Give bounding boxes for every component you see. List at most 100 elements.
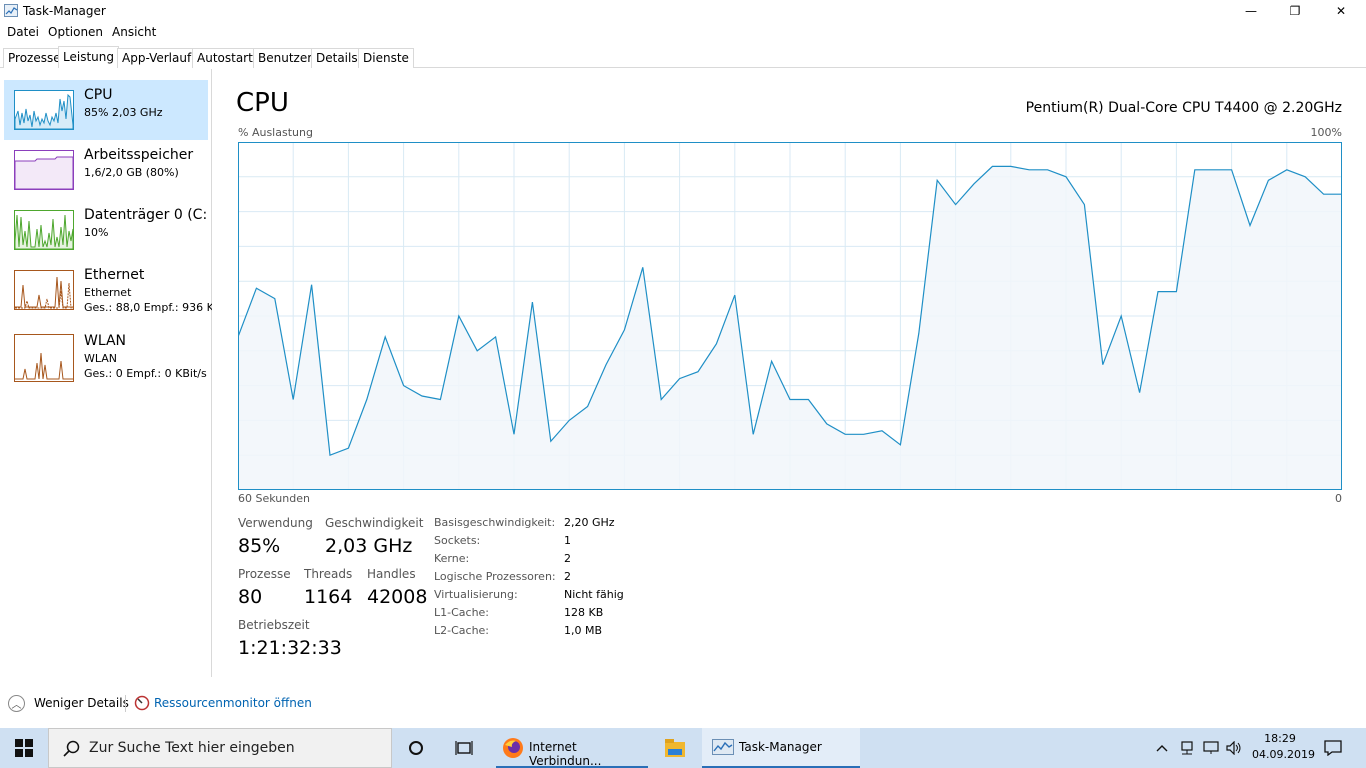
task-manager-window: Task-Manager — ❐ ✕ Datei Optionen Ansich… bbox=[0, 0, 1366, 728]
tab-details[interactable]: Details bbox=[311, 48, 363, 68]
ethernet-graph-icon bbox=[14, 270, 74, 310]
detail-value: 2 bbox=[564, 570, 571, 583]
tab-autostart[interactable]: Autostart bbox=[192, 48, 258, 68]
ethernet-icon bbox=[1203, 741, 1219, 754]
detail-label: L2-Cache: bbox=[434, 624, 490, 637]
betriebszeit-value: 1:21:32:33 bbox=[238, 637, 342, 659]
sidebar-item-detail: 85% 2,03 GHz bbox=[84, 106, 163, 119]
chevron-up-icon[interactable]: ︿ bbox=[8, 695, 25, 712]
detail-value: 128 KB bbox=[564, 606, 604, 619]
geschwindigkeit-label: Geschwindigkeit bbox=[325, 516, 424, 530]
cortana-button[interactable] bbox=[400, 728, 432, 768]
x-axis-label: 60 Sekunden bbox=[238, 492, 310, 505]
taskbar-app-label: Task-Manager bbox=[739, 740, 822, 754]
tab-leistung[interactable]: Leistung bbox=[58, 46, 119, 68]
task-view-button[interactable] bbox=[448, 728, 480, 768]
start-button[interactable] bbox=[0, 728, 48, 768]
file-explorer-icon bbox=[665, 739, 685, 757]
verwendung-value: 85% bbox=[238, 535, 281, 557]
disk-graph-icon bbox=[14, 210, 74, 250]
clock-date: 04.09.2019 bbox=[1252, 748, 1315, 761]
tray-network-1[interactable] bbox=[1176, 728, 1198, 768]
tab-prozesse[interactable]: Prozesse bbox=[3, 48, 66, 68]
sidebar-item-title: CPU bbox=[84, 87, 113, 103]
detail-label: Kerne: bbox=[434, 552, 470, 565]
tab-dienste[interactable]: Dienste bbox=[358, 48, 414, 68]
prozesse-value: 80 bbox=[238, 586, 263, 608]
search-placeholder: Zur Suche Text hier eingeben bbox=[89, 740, 295, 756]
detail-value: 2 bbox=[564, 552, 571, 565]
cpu-usage-chart bbox=[238, 142, 1342, 490]
chevron-up-icon bbox=[1156, 745, 1168, 752]
close-icon: ✕ bbox=[1335, 4, 1347, 18]
action-center-button[interactable] bbox=[1316, 728, 1350, 768]
clock-time: 18:29 bbox=[1264, 732, 1296, 745]
search-icon bbox=[63, 740, 80, 757]
taskbar-app-firefox[interactable]: Internet Verbindun... bbox=[496, 728, 648, 768]
volume-icon bbox=[1226, 741, 1241, 755]
taskbar-search-input[interactable]: Zur Suche Text hier eingeben bbox=[48, 728, 392, 768]
sidebar-item-detail: 1,6/2,0 GB (80%) bbox=[84, 166, 179, 179]
resource-monitor-link[interactable]: Ressourcenmonitor öffnen bbox=[154, 696, 312, 710]
tray-volume[interactable] bbox=[1224, 728, 1246, 768]
show-hidden-icons-button[interactable] bbox=[1154, 728, 1170, 768]
tab-bar: Prozesse Leistung App-Verlauf Autostart … bbox=[0, 46, 1366, 68]
menu-optionen[interactable]: Optionen bbox=[48, 25, 103, 39]
minimize-button[interactable]: — bbox=[1228, 0, 1274, 22]
geschwindigkeit-value: 2,03 GHz bbox=[325, 535, 413, 557]
detail-label: Logische Prozessoren: bbox=[434, 570, 556, 583]
prozesse-label: Prozesse bbox=[238, 567, 291, 581]
sidebar-item-detail: Ges.: 0 Empf.: 0 KBit/s bbox=[84, 367, 207, 380]
taskbar-app-label: Internet Verbindun... bbox=[529, 740, 602, 768]
footer-divider bbox=[125, 695, 126, 712]
sidebar-item-title: Datenträger 0 (C: D bbox=[84, 207, 212, 223]
close-button[interactable]: ✕ bbox=[1318, 0, 1364, 22]
resource-monitor-icon bbox=[134, 695, 150, 711]
maximize-button[interactable]: ❐ bbox=[1272, 0, 1318, 22]
detail-label: L1-Cache: bbox=[434, 606, 490, 619]
sidebar-item-title: WLAN bbox=[84, 333, 127, 349]
detail-value: 2,20 GHz bbox=[564, 516, 615, 529]
sidebar-item-ethernet[interactable]: Ethernet Ethernet Ges.: 88,0 Empf.: 936 … bbox=[4, 260, 212, 320]
fewer-details-link[interactable]: Weniger Details bbox=[34, 696, 129, 710]
taskbar-app-explorer[interactable] bbox=[652, 728, 698, 768]
detail-label: Virtualisierung: bbox=[434, 588, 518, 601]
system-clock[interactable]: 18:29 04.09.2019 bbox=[1252, 731, 1315, 763]
sidebar-item-wlan[interactable]: WLAN WLAN Ges.: 0 Empf.: 0 KBit/s bbox=[4, 326, 208, 386]
detail-label: Basisgeschwindigkeit: bbox=[434, 516, 556, 529]
detail-value: 1 bbox=[564, 534, 571, 547]
task-manager-icon bbox=[712, 739, 734, 755]
verwendung-label: Verwendung bbox=[238, 516, 313, 530]
tab-benutzer[interactable]: Benutzer bbox=[253, 48, 318, 68]
menu-ansicht[interactable]: Ansicht bbox=[112, 25, 156, 39]
network-icon bbox=[1181, 741, 1193, 755]
handles-label: Handles bbox=[367, 567, 416, 581]
detail-value: Nicht fähig bbox=[564, 588, 624, 601]
y-axis-max-label: 100% bbox=[1310, 126, 1342, 139]
detail-value: 1,0 MB bbox=[564, 624, 603, 637]
window-title: Task-Manager bbox=[23, 4, 106, 18]
task-view-icon bbox=[455, 741, 473, 755]
sidebar-item-cpu[interactable]: CPU 85% 2,03 GHz bbox=[4, 80, 208, 140]
page-title: CPU bbox=[236, 88, 289, 118]
betriebszeit-label: Betriebszeit bbox=[238, 618, 310, 632]
tab-app-verlauf[interactable]: App-Verlauf bbox=[117, 48, 197, 68]
sidebar-item-datentraeger[interactable]: Datenträger 0 (C: D 10% bbox=[4, 200, 212, 260]
sidebar-item-detail: Ges.: 88,0 Empf.: 936 KB bbox=[84, 301, 212, 314]
cortana-icon bbox=[409, 741, 423, 755]
sidebar-item-detail: 10% bbox=[84, 226, 109, 239]
minimize-icon: — bbox=[1245, 4, 1257, 18]
performance-sidebar: CPU 85% 2,03 GHz Arbeitsspeicher 1,6/2,0… bbox=[0, 69, 212, 677]
tray-network-2[interactable] bbox=[1200, 728, 1222, 768]
sidebar-item-title: Arbeitsspeicher bbox=[84, 147, 194, 163]
restore-icon: ❐ bbox=[1289, 4, 1301, 18]
x-axis-min-label: 0 bbox=[1335, 492, 1342, 505]
taskbar: Zur Suche Text hier eingeben Internet Ve… bbox=[0, 728, 1366, 768]
title-bar: Task-Manager — ❐ ✕ bbox=[0, 0, 1366, 22]
footer-bar: ︿ Weniger Details Ressourcenmonitor öffn… bbox=[0, 690, 400, 718]
taskbar-app-task-manager[interactable]: Task-Manager bbox=[702, 728, 860, 768]
memory-graph-icon bbox=[14, 150, 74, 190]
menu-datei[interactable]: Datei bbox=[7, 25, 39, 39]
windows-logo-icon bbox=[15, 739, 33, 757]
sidebar-item-arbeitsspeicher[interactable]: Arbeitsspeicher 1,6/2,0 GB (80%) bbox=[4, 140, 208, 200]
